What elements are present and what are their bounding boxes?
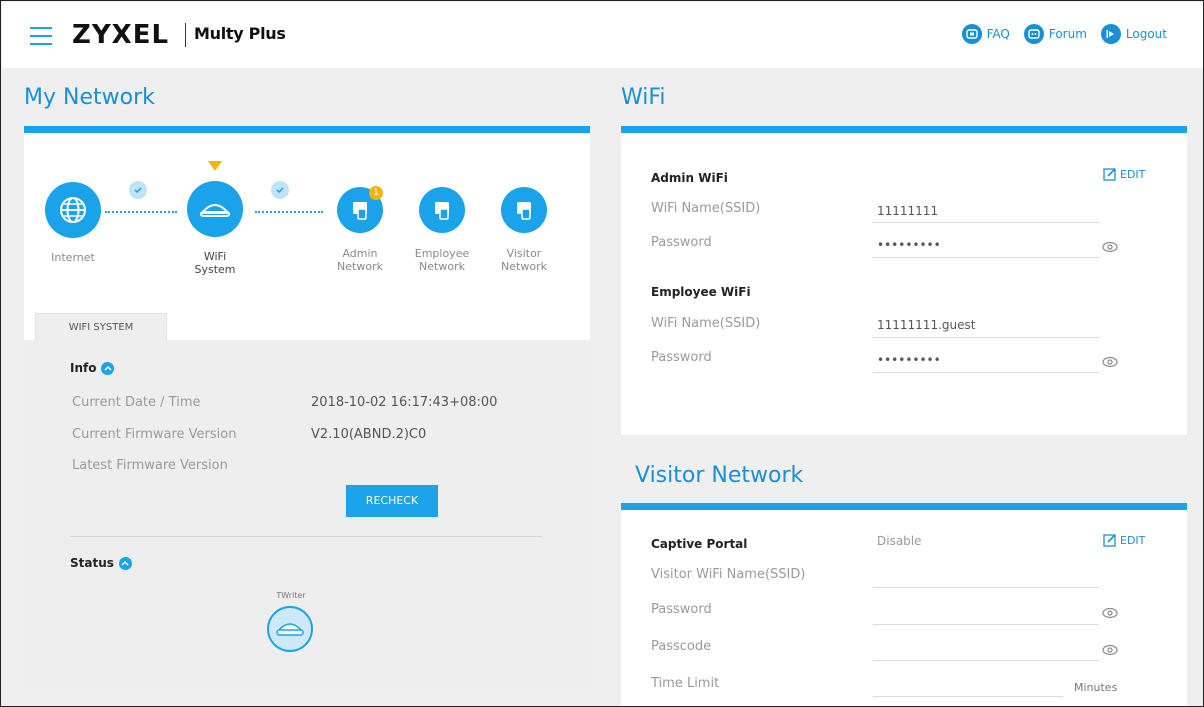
logout-link[interactable]: Logout (1100, 24, 1167, 44)
forum-icon (1023, 24, 1044, 44)
passcode-underline[interactable] (873, 660, 1099, 661)
info-heading: Info (70, 361, 115, 375)
employee-network-node[interactable] (419, 187, 465, 233)
employee-password-label: Password (651, 350, 712, 365)
visitor-network-label: Visitor Network (501, 247, 547, 273)
time-limit-label: Time Limit (651, 676, 720, 691)
admin-network-label: Admin Network (337, 247, 383, 273)
current-datetime-label: Current Date / Time (72, 395, 201, 410)
show-password-icon[interactable] (1102, 607, 1118, 619)
internet-label: Internet (51, 251, 95, 264)
devices-icon (517, 202, 531, 220)
collapse-icon[interactable] (101, 361, 115, 375)
employee-password-field[interactable]: ••••••••• (877, 353, 941, 367)
status-heading: Status (70, 556, 132, 570)
faq-link[interactable]: FAQ (961, 24, 1010, 44)
tab-wifi-system[interactable]: WIFI SYSTEM (35, 313, 167, 341)
time-limit-unit: Minutes (1074, 681, 1118, 694)
visitor-password-underline[interactable] (873, 624, 1099, 625)
latest-firmware-label: Latest Firmware Version (72, 458, 228, 473)
current-firmware-label: Current Firmware Version (72, 427, 237, 442)
wifi-system-label: WiFi System (194, 250, 236, 276)
faq-label: FAQ (986, 27, 1010, 41)
admin-password-label: Password (651, 235, 712, 250)
globe-icon (60, 197, 86, 223)
show-password-icon[interactable] (1102, 356, 1118, 368)
router-icon (199, 204, 231, 217)
captive-portal-value: Disable (877, 534, 922, 548)
show-password-icon[interactable] (1102, 241, 1118, 253)
my-network-title: My Network (24, 85, 155, 110)
connection-line (105, 211, 177, 213)
visitor-edit-button[interactable]: EDIT (1103, 533, 1145, 547)
connected-check-icon (129, 181, 147, 199)
employee-ssid-label: WiFi Name(SSID) (651, 316, 761, 331)
captive-portal-label: Captive Portal (651, 537, 748, 551)
time-limit-underline[interactable] (873, 696, 1063, 697)
admin-password-underline (873, 257, 1099, 258)
faq-icon (961, 24, 982, 44)
employee-password-underline (873, 372, 1099, 373)
internet-node[interactable] (45, 182, 101, 238)
forum-link[interactable]: Forum (1023, 24, 1087, 44)
wifi-edit-button[interactable]: EDIT (1103, 167, 1145, 181)
devices-icon (435, 202, 449, 220)
topology-panel (24, 133, 590, 340)
edit-icon (1103, 168, 1116, 181)
brand-logo: ZYXEL (72, 20, 170, 50)
logout-icon (1100, 24, 1121, 44)
employee-wifi-heading: Employee WiFi (651, 285, 751, 299)
section-divider (70, 536, 542, 537)
current-datetime-value: 2018-10-02 16:17:43+08:00 (311, 395, 498, 410)
visitor-password-label: Password (651, 602, 712, 617)
forum-label: Forum (1048, 27, 1087, 41)
connection-line (255, 211, 323, 213)
router-icon (276, 623, 304, 636)
admin-ssid-underline (873, 222, 1099, 223)
visitor-ssid-underline[interactable] (873, 587, 1099, 588)
edit-icon (1103, 534, 1116, 547)
admin-ssid-field[interactable]: 11111111 (877, 204, 938, 218)
employee-ssid-underline (873, 337, 1099, 338)
device-status-node[interactable] (267, 606, 313, 652)
selected-pointer-icon (208, 161, 222, 171)
device-name-label: TWriter (276, 591, 306, 600)
logo-divider (185, 23, 186, 47)
employee-ssid-field[interactable]: 11111111.guest (877, 318, 975, 332)
app-window: ZYXEL Multy Plus FAQ Forum Logout My Net… (0, 0, 1204, 707)
visitor-accent-bar (621, 503, 1187, 510)
show-passcode-icon[interactable] (1102, 644, 1118, 656)
my-network-accent-bar (24, 126, 590, 133)
top-header: ZYXEL Multy Plus FAQ Forum Logout (2, 2, 1203, 68)
visitor-network-node[interactable] (501, 187, 547, 233)
devices-icon (353, 202, 367, 220)
admin-ssid-label: WiFi Name(SSID) (651, 201, 761, 216)
logout-label: Logout (1125, 27, 1167, 41)
wifi-accent-bar (621, 126, 1187, 133)
visitor-ssid-label: Visitor WiFi Name(SSID) (651, 567, 806, 582)
recheck-button[interactable]: RECHECK (346, 485, 438, 517)
menu-icon[interactable] (30, 27, 52, 45)
current-firmware-value: V2.10(ABND.2)C0 (311, 427, 427, 442)
admin-password-field[interactable]: ••••••••• (877, 238, 941, 252)
product-name: Multy Plus (194, 24, 286, 43)
wifi-title: WiFi (621, 85, 666, 110)
notification-badge: 1 (369, 186, 383, 200)
visitor-network-title: Visitor Network (635, 463, 804, 488)
passcode-label: Passcode (651, 639, 712, 654)
top-links: FAQ Forum Logout (961, 24, 1167, 44)
wifi-system-node[interactable] (187, 181, 243, 237)
connected-check-icon (271, 181, 289, 199)
collapse-icon[interactable] (118, 556, 132, 570)
employee-network-label: Employee Network (414, 247, 470, 273)
admin-wifi-heading: Admin WiFi (651, 171, 728, 185)
